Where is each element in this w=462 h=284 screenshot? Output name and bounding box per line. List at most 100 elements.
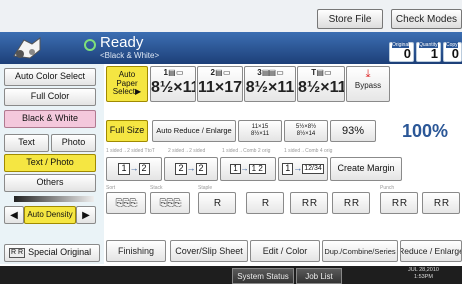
tray-t-button[interactable]: T ▤ ▭ 8½×11 [297, 66, 345, 102]
tab-reduce-enlarge[interactable]: Reduce / Enlarge [400, 240, 462, 262]
bypass-label: Bypass [354, 81, 382, 90]
staple-top-left-button[interactable]: R [198, 192, 236, 214]
full-color-button[interactable]: Full Color [4, 88, 96, 106]
original-counter: Original 0 [389, 42, 414, 62]
preset-1-top: 11×15 [251, 124, 269, 131]
photo-mode-button[interactable]: Photo [51, 134, 96, 152]
tab-edit-color[interactable]: Edit / Color [250, 240, 320, 262]
tray-2-icons: 2 ▤ ▭ [210, 68, 230, 77]
duplex-label-1: 1 sided→2 sided TtoT [106, 148, 155, 154]
tray-t-icons: T ▤ ▭ [311, 68, 331, 77]
preset-ratio-1-button[interactable]: 11×15 8½×11 [238, 120, 282, 142]
staple-double-icon: R R [301, 197, 317, 209]
create-margin-button[interactable]: Create Margin [330, 157, 402, 181]
preset-2-top: 5½×8½ [295, 124, 317, 131]
status-subtitle: <Black & White> [100, 51, 160, 60]
copier-logo-icon [10, 30, 44, 64]
datetime-display: JUL 28,2010 1:53PM [408, 267, 439, 281]
staple-side-button[interactable]: R R [332, 192, 370, 214]
tray-1-icons: 1 ▤ ▭ [163, 68, 183, 77]
system-status-button[interactable]: System Status [232, 268, 294, 284]
duplex-2to2-dst: 2 [195, 163, 207, 175]
auto-reduce-enlarge-button[interactable]: Auto Reduce / Enlarge [152, 120, 236, 142]
staple-top-right-button[interactable]: R [246, 192, 284, 214]
ready-indicator-icon [84, 39, 96, 51]
tab-dup-combine-series[interactable]: Dup./Combine/Series [322, 240, 398, 262]
sort-icon: ⎘⎘⎘ [115, 197, 138, 209]
duplex-2to2-button[interactable]: 2 → 2 [164, 157, 218, 181]
tray-3-icons: 3 ▤▤ ▭ [257, 68, 284, 77]
staple-double-button[interactable]: R R [290, 192, 328, 214]
status-bar [0, 266, 462, 284]
duplex-1to2-button[interactable]: 1 → 2 [106, 157, 162, 181]
check-modes-button[interactable]: Check Modes [391, 9, 462, 29]
arrow-icon: → [129, 163, 139, 174]
auto-paper-select-button[interactable]: Auto Paper Select▶ [106, 66, 148, 102]
arrow-icon: → [186, 163, 196, 174]
stack-icon: ⎘⎘⎘ [159, 197, 182, 209]
arrow-icon: → [240, 163, 249, 173]
tray-2-button[interactable]: 2 ▤ ▭ 11×17 [197, 66, 243, 102]
tray-1-size: 8½×11 [151, 79, 196, 96]
punch-label: Punch [380, 185, 395, 191]
tray-3-button[interactable]: 3 ▤▤ ▭ 8½×11 [244, 66, 296, 102]
density-lighter-button[interactable]: ◀ [4, 206, 24, 224]
current-ratio-display: 100% [401, 120, 449, 141]
combine-4-button[interactable]: 1 → 12/34 [278, 157, 328, 181]
staple-label: Staple [198, 185, 213, 191]
duplex-1to2-dst: 2 [138, 163, 150, 175]
duplex-label-3: 1 sided→Comb 2 orig [222, 148, 271, 154]
tray-1-button[interactable]: 1 ▤ ▭ 8½×11 [150, 66, 196, 102]
preset-2-bottom: 8½×14 [296, 131, 316, 137]
combine-2-dst: 1 2 [248, 163, 266, 175]
stack-button[interactable]: ⎘⎘⎘ [150, 192, 190, 214]
sort-label: Sort [106, 185, 116, 191]
bypass-button[interactable]: ⤓ Bypass [346, 66, 390, 102]
stack-label: Stack [150, 185, 163, 191]
punch-3-button[interactable]: R R [422, 192, 460, 214]
preset-1-bottom: 8½×11 [250, 131, 270, 137]
duplex-label-4: 1 sided→Comb 4 orig [284, 148, 333, 154]
tab-cover-slip-sheet[interactable]: Cover/Slip Sheet [170, 240, 248, 262]
date-text: JUL 28,2010 [408, 267, 439, 273]
tray-3-size: 8½×11 [245, 79, 295, 96]
ratio-93-button[interactable]: 93% [330, 120, 376, 142]
combine-4-src: 1 [282, 163, 294, 175]
special-original-icon: R R [9, 248, 26, 258]
auto-density-button[interactable]: Auto Density [24, 206, 76, 224]
preset-ratio-2-button[interactable]: 5½×8½ 8½×14 [284, 120, 328, 142]
special-original-button[interactable]: R R Special Original [4, 244, 100, 262]
store-file-button[interactable]: Store File [317, 9, 383, 29]
punch-2-button[interactable]: R R [380, 192, 418, 214]
status-title: Ready [100, 34, 144, 51]
tray-2-size: 11×17 [198, 79, 243, 96]
combine-4-dst: 12/34 [302, 164, 324, 174]
arrow-icon: → [293, 163, 303, 174]
density-scale [14, 196, 94, 202]
duplex-label-2: 2 sided→2 sided [168, 148, 206, 154]
job-list-button[interactable]: Job List [296, 268, 342, 284]
black-white-button[interactable]: Black & White [4, 110, 96, 128]
density-darker-button[interactable]: ▶ [76, 206, 96, 224]
tab-finishing[interactable]: Finishing [106, 240, 166, 262]
special-original-label: Special Original [28, 247, 92, 258]
copy-counter: Copy 0 [443, 42, 462, 62]
others-button[interactable]: Others [4, 174, 96, 192]
text-photo-button[interactable]: Text / Photo [4, 154, 96, 172]
staple-tl-icon: R [213, 197, 221, 209]
tray-t-size: 8½×11 [298, 79, 345, 96]
bypass-icon: ⤓ [365, 68, 371, 80]
duplex-2to2-src: 2 [175, 163, 187, 175]
time-text: 1:53PM [414, 274, 433, 280]
duplex-1to2-src: 1 [118, 163, 130, 175]
combine-2-button[interactable]: 1 → 1 2 [220, 157, 276, 181]
punch-3-icon: R R [433, 197, 449, 209]
text-mode-button[interactable]: Text [4, 134, 49, 152]
punch-2-icon: R R [391, 197, 407, 209]
combine-2-src: 1 [230, 163, 241, 175]
staple-tr-icon: R [261, 197, 269, 209]
sort-button[interactable]: ⎘⎘⎘ [106, 192, 146, 214]
staple-side-icon: R R [343, 197, 359, 209]
full-size-button[interactable]: Full Size [106, 120, 148, 142]
auto-color-select-button[interactable]: Auto Color Select [4, 68, 96, 86]
